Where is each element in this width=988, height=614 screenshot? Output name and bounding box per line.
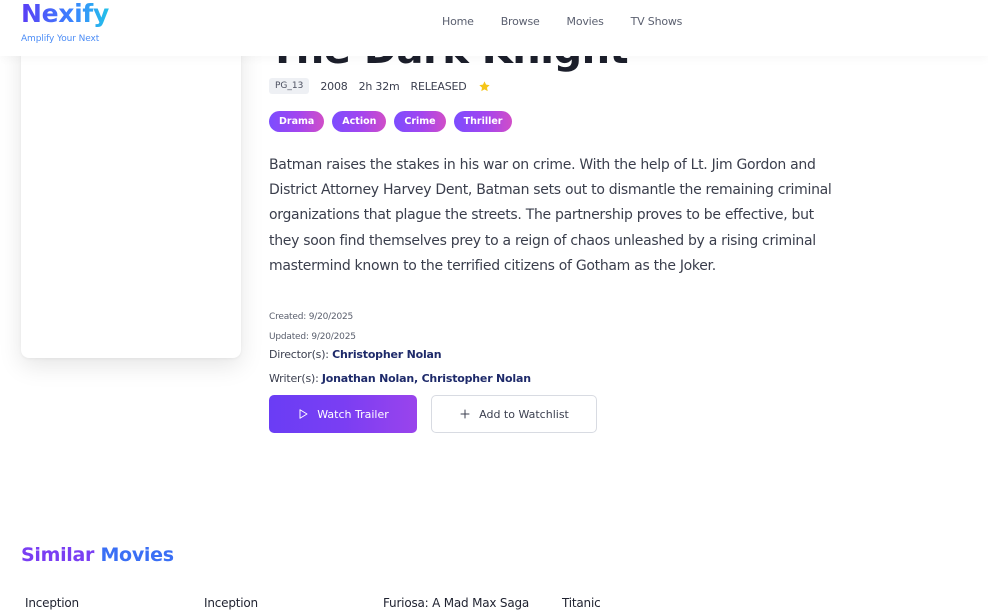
nav-home[interactable]: Home	[442, 15, 474, 28]
status: RELEASED	[410, 79, 467, 93]
watch-trailer-button[interactable]: Watch Trailer	[269, 395, 417, 433]
heading-part-movies: Movies	[100, 544, 174, 566]
genre-tag[interactable]: Action	[332, 111, 387, 132]
dates: Created: 9/20/2025 Updated: 9/20/2025	[269, 307, 356, 347]
genre-tag[interactable]: Crime	[394, 111, 446, 132]
director-credit: Director(s): Christopher Nolan	[269, 348, 442, 361]
updated-date: Updated: 9/20/2025	[269, 332, 356, 342]
similar-movies-heading: Similar Movies	[21, 544, 174, 566]
movie-overview: Batman raises the stakes in his war on c…	[269, 157, 832, 274]
director-names[interactable]: Christopher Nolan	[332, 348, 441, 361]
site-header: Nexify Amplify Your Next Home Browse Mov…	[0, 0, 988, 56]
tagline: Amplify Your Next	[21, 34, 100, 44]
nav-tv-shows[interactable]: TV Shows	[631, 15, 683, 28]
add-to-watchlist-label: Add to Watchlist	[479, 407, 569, 421]
writer-label: Writer(s):	[269, 372, 319, 385]
runtime: 2h 32m	[358, 79, 400, 93]
writer-names[interactable]: Jonathan Nolan, Christopher Nolan	[322, 372, 531, 385]
play-icon	[299, 409, 308, 419]
writer-credit: Writer(s): Jonathan Nolan, Christopher N…	[269, 372, 531, 385]
similar-movie-item[interactable]: Titanic	[562, 596, 741, 610]
add-to-watchlist-button[interactable]: Add to Watchlist	[431, 395, 597, 433]
movie-meta: PG_13 2008 2h 32m RELEASED	[269, 78, 491, 94]
genre-list: Drama Action Crime Thriller	[269, 111, 520, 132]
plus-icon	[460, 409, 470, 419]
genre-tag[interactable]: Thriller	[453, 111, 513, 132]
movie-poster	[21, 20, 241, 358]
release-year: 2008	[320, 79, 348, 93]
similar-movies-list: Inception Inception Furiosa: A Mad Max S…	[25, 596, 741, 610]
watch-trailer-label: Watch Trailer	[317, 407, 389, 421]
star-icon	[478, 80, 490, 91]
rating-badge: PG_13	[269, 78, 310, 94]
nav-movies[interactable]: Movies	[567, 15, 604, 28]
genre-tag[interactable]: Drama	[269, 111, 325, 132]
nav-browse[interactable]: Browse	[501, 15, 540, 28]
heading-part-similar: Similar	[21, 544, 95, 566]
main-nav: Home Browse Movies TV Shows	[442, 15, 709, 28]
similar-movie-item[interactable]: Furiosa: A Mad Max Saga	[383, 596, 562, 610]
similar-movie-item[interactable]: Inception	[25, 596, 204, 610]
similar-movie-item[interactable]: Inception	[204, 596, 383, 610]
created-date: Created: 9/20/2025	[269, 312, 354, 322]
logo[interactable]: Nexify	[21, 0, 109, 28]
director-label: Director(s):	[269, 348, 329, 361]
